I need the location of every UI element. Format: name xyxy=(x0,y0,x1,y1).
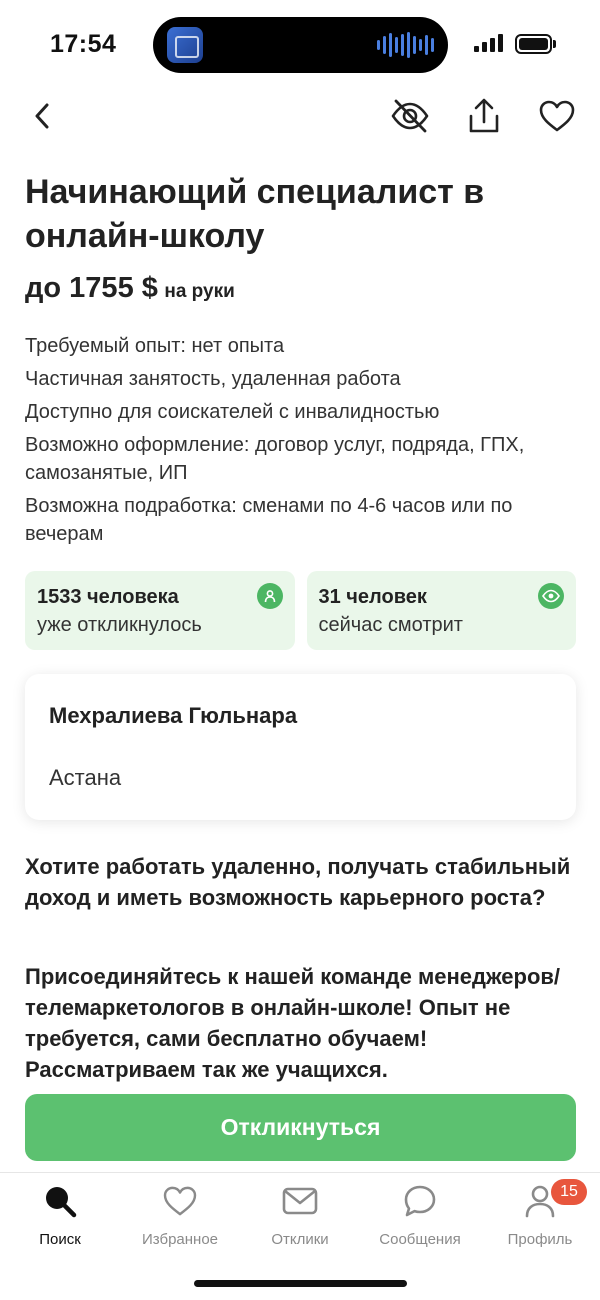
tab-search[interactable]: Поиск xyxy=(0,1183,120,1253)
share-icon xyxy=(469,98,499,133)
employer-name: Мехралиева Гюльнара xyxy=(49,703,298,728)
tab-favorites[interactable]: Избранное xyxy=(120,1183,240,1253)
home-indicator xyxy=(194,1280,407,1287)
favorite-button[interactable] xyxy=(533,92,581,140)
status-bar: 17:54 xyxy=(0,0,600,90)
app-icon xyxy=(167,27,203,63)
vacancy-stats: 1533 человека уже откликнулось 31 челове… xyxy=(25,571,576,650)
mail-icon xyxy=(282,1183,318,1219)
description-paragraph: Хотите работать удаленно, получать стаби… xyxy=(25,854,571,910)
salary: до 1755 $ на руки xyxy=(25,272,235,305)
vacancy-features: Требуемый опыт: нет опыта Частичная заня… xyxy=(25,332,575,553)
heart-icon xyxy=(162,1183,198,1219)
tab-label: Сообщения xyxy=(379,1231,461,1248)
tab-label: Избранное xyxy=(141,1231,219,1248)
nav-bar xyxy=(0,92,600,142)
employer-card[interactable]: Мехралиева Гюльнара Астана xyxy=(25,674,576,820)
viewing-card: 31 человек сейчас смотрит xyxy=(306,571,576,650)
heart-icon xyxy=(539,100,575,132)
description-paragraph: Присоединяйтесь к нашей команде менеджер… xyxy=(25,964,561,1082)
tab-responses[interactable]: Отклики xyxy=(240,1183,360,1253)
back-button[interactable] xyxy=(18,92,66,140)
chevron-left-icon xyxy=(35,103,49,129)
tab-label: Поиск xyxy=(39,1231,81,1248)
responded-label: уже откликнулось xyxy=(37,614,202,636)
apply-button[interactable]: Откликнуться xyxy=(25,1094,576,1161)
vacancy-title: Начинающий специалист в онлайн-школу xyxy=(25,173,485,255)
status-time: 17:54 xyxy=(50,30,117,58)
tab-messages[interactable]: Сообщения xyxy=(360,1183,480,1253)
salary-suffix: на руки xyxy=(164,281,235,302)
eye-icon xyxy=(538,583,564,609)
audio-wave-icon xyxy=(377,32,434,58)
employer-city: Астана xyxy=(49,765,122,790)
signal-icon xyxy=(474,34,503,52)
profile-badge: 15 xyxy=(551,1179,587,1205)
feature-experience: Требуемый опыт: нет опыта xyxy=(25,335,285,357)
person-icon xyxy=(256,583,283,609)
share-button[interactable] xyxy=(460,92,508,140)
feature-accessibility: Доступно для соискателей с инвалидностью xyxy=(25,401,440,423)
dynamic-island xyxy=(153,17,448,73)
tab-label: Профиль xyxy=(507,1231,573,1248)
feature-employment: Частичная занятость, удаленная работа xyxy=(25,368,401,390)
battery-icon xyxy=(515,34,552,54)
responded-card: 1533 человека уже откликнулось xyxy=(25,571,295,650)
feature-contract: Возможно оформление: договор услуг, подр… xyxy=(25,434,525,484)
search-icon xyxy=(42,1183,78,1219)
chat-bubble-icon xyxy=(402,1183,438,1219)
responded-count: 1533 человека xyxy=(37,586,179,608)
eye-off-icon xyxy=(391,99,429,133)
hide-vacancy-button[interactable] xyxy=(386,92,434,140)
tab-label: Отклики xyxy=(271,1231,329,1248)
viewing-count: 31 человек xyxy=(318,586,427,608)
feature-part-time: Возможна подработка: сменами по 4-6 часо… xyxy=(25,495,513,545)
salary-amount: до 1755 $ xyxy=(25,272,158,304)
viewing-label: сейчас смотрит xyxy=(318,614,463,636)
